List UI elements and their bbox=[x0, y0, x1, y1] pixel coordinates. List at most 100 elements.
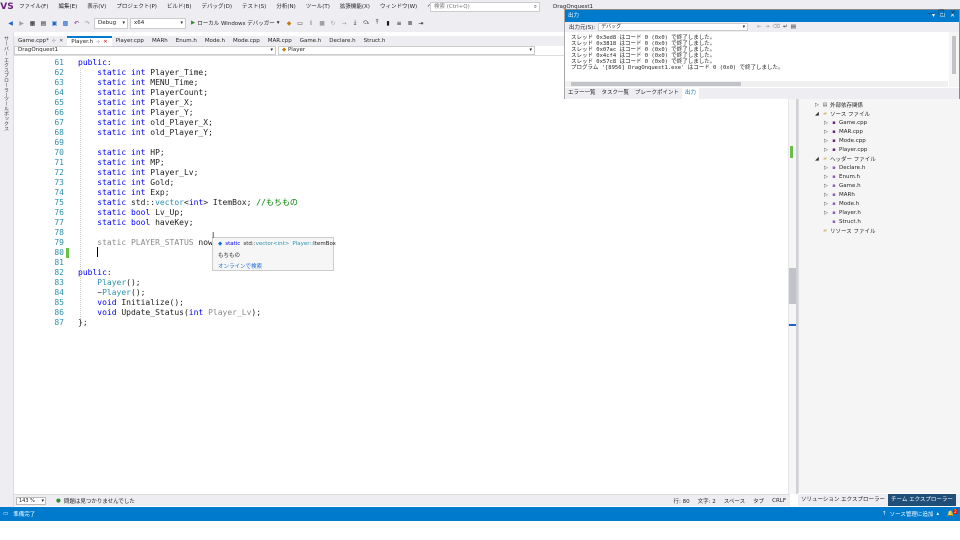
menu-item[interactable]: ビルド(B) bbox=[162, 0, 197, 14]
tree-node[interactable]: ▷ ▪ Game.h bbox=[824, 181, 861, 190]
server-explorer-tab[interactable]: サーバー エクスプローラー bbox=[3, 36, 10, 98]
word-wrap-icon[interactable]: ↵ bbox=[783, 24, 788, 30]
menu-item[interactable]: テスト(S) bbox=[237, 0, 271, 14]
tree-node[interactable]: ▷ ▪ Enum.h bbox=[824, 172, 860, 181]
output-tool-tab[interactable]: ブレークポイント bbox=[632, 88, 682, 99]
search-online-link[interactable]: オンラインで検索 bbox=[218, 262, 328, 270]
document-tab[interactable]: Mode.h bbox=[201, 36, 229, 46]
prev-message-icon[interactable]: ⇤ bbox=[757, 24, 762, 30]
start-debugging-button[interactable]: ▶ ローカル Windows デバッガー ▾ bbox=[188, 19, 283, 27]
step-into-icon[interactable]: ⤓ bbox=[351, 19, 360, 28]
undo-icon[interactable]: ↶ bbox=[72, 19, 81, 28]
code-line[interactable]: void Initialize(); bbox=[78, 298, 184, 308]
menu-item[interactable]: ツール(T) bbox=[301, 0, 335, 14]
code-line[interactable]: static int MP; bbox=[78, 158, 164, 168]
tree-node[interactable]: ◢ ▰ ヘッダー ファイル bbox=[815, 154, 876, 163]
document-tab[interactable]: Player.cpp bbox=[112, 36, 148, 46]
expand-arrow-icon[interactable]: ▷ bbox=[824, 201, 829, 207]
menu-item[interactable]: 拡張機能(X) bbox=[335, 0, 375, 14]
platform-dropdown[interactable]: x64 ▾ bbox=[130, 17, 186, 29]
code-line[interactable]: public: bbox=[78, 58, 112, 68]
code-line[interactable]: static PLAYER_STATUS now_ bbox=[78, 238, 217, 248]
code-line[interactable]: static int Gold; bbox=[78, 178, 174, 188]
code-line[interactable]: public: bbox=[78, 268, 112, 278]
expand-arrow-icon[interactable]: ▷ bbox=[824, 165, 829, 171]
tree-node[interactable]: ▪ Struct.h bbox=[824, 217, 861, 226]
code-line[interactable]: static int Player_Y; bbox=[78, 108, 193, 118]
code-line[interactable]: ~Player(); bbox=[78, 288, 145, 298]
back-icon[interactable]: ◀ bbox=[6, 19, 15, 28]
expand-arrow-icon[interactable]: ◢ bbox=[815, 156, 820, 162]
menu-item[interactable]: 分析(N) bbox=[271, 0, 300, 14]
document-tab[interactable]: MAR.cpp bbox=[264, 36, 296, 46]
tree-node[interactable]: ▷ ▪ MARh bbox=[824, 190, 855, 199]
stop-icon[interactable]: ■ bbox=[318, 19, 327, 28]
expand-arrow-icon[interactable]: ▷ bbox=[824, 192, 829, 198]
comment-out-icon[interactable]: ≡ bbox=[395, 19, 404, 28]
next-message-icon[interactable]: ⇥ bbox=[765, 24, 770, 30]
forward-icon[interactable]: ▶ bbox=[17, 19, 26, 28]
format-icon[interactable]: ⇥ bbox=[417, 19, 426, 28]
expand-arrow-icon[interactable]: ▷ bbox=[824, 129, 829, 135]
menu-item[interactable]: 編集(E) bbox=[53, 0, 82, 14]
code-line[interactable]: static int Player_Time; bbox=[78, 68, 208, 78]
expand-arrow-icon[interactable]: ▷ bbox=[824, 147, 829, 153]
bookmark-icon[interactable]: ▮ bbox=[384, 19, 393, 28]
space-indicator[interactable]: スペース bbox=[724, 497, 745, 505]
pause-icon[interactable]: Ⅱ bbox=[307, 19, 316, 28]
save-all-icon[interactable]: ▩ bbox=[61, 19, 70, 28]
code-line[interactable]: static std::vector<int> ItemBox; //もちもの bbox=[78, 198, 298, 208]
output-source-dropdown[interactable]: デバッグ ▾ bbox=[598, 23, 749, 31]
expand-arrow-icon[interactable]: ▷ bbox=[824, 120, 829, 126]
output-tool-tab[interactable]: エラー一覧 bbox=[565, 88, 599, 99]
document-tab[interactable]: Game.cpp* ⊹ ✕ bbox=[14, 36, 67, 46]
code-line[interactable]: Player(); bbox=[78, 278, 140, 288]
code-line[interactable]: static int Player_Lv; bbox=[78, 168, 198, 178]
tree-node[interactable]: ▷ ▪ Player.cpp bbox=[824, 145, 867, 154]
expand-arrow-icon[interactable]: ▷ bbox=[824, 210, 829, 216]
tree-node[interactable]: ▷ ▤ 外部依存関係 bbox=[815, 100, 863, 109]
tree-node[interactable]: ▷ ▪ Mode.cpp bbox=[824, 136, 866, 145]
code-line[interactable]: static int old_Player_Y; bbox=[78, 128, 213, 138]
pin-icon[interactable]: ⊹ bbox=[52, 36, 56, 46]
document-tab[interactable]: Declare.h bbox=[325, 36, 359, 46]
code-line[interactable]: static int MENU_Time; bbox=[78, 78, 198, 88]
tree-node[interactable]: ▷ ▪ Mode.h bbox=[824, 199, 859, 208]
config-dropdown[interactable]: Debug ▾ bbox=[94, 17, 128, 29]
scrollbar-thumb[interactable] bbox=[571, 82, 741, 86]
tab-indicator[interactable]: タブ bbox=[753, 497, 764, 505]
expand-arrow-icon[interactable]: ▷ bbox=[815, 102, 820, 108]
menu-item[interactable]: デバッグ(D) bbox=[197, 0, 238, 14]
tree-node[interactable]: ▷ ▪ Game.cpp bbox=[824, 118, 867, 127]
code-line[interactable]: }; bbox=[78, 318, 88, 328]
code-line[interactable]: void Update_Status(int Player_Lv); bbox=[78, 308, 261, 318]
solution-panel-tab[interactable]: チーム エクスプローラー bbox=[887, 494, 956, 506]
document-tab[interactable]: Game.h bbox=[296, 36, 326, 46]
add-to-source-control-button[interactable]: ソース管理に追加 bbox=[890, 510, 934, 518]
close-tab-icon[interactable]: ✕ bbox=[59, 36, 63, 46]
output-tool-tab[interactable]: 出力 bbox=[682, 88, 700, 99]
toolbox-tab[interactable]: ツールボックス bbox=[3, 96, 10, 131]
code-line[interactable]: static bool haveKey; bbox=[78, 218, 193, 228]
tree-node[interactable]: ▷ ▪ Declare.h bbox=[824, 163, 865, 172]
expand-arrow-icon[interactable]: ▷ bbox=[824, 138, 829, 144]
menu-item[interactable]: ファイル(F) bbox=[14, 0, 53, 14]
clear-all-icon[interactable]: ⌫ bbox=[772, 24, 780, 30]
restart-icon[interactable]: ↻ bbox=[329, 19, 338, 28]
eol-indicator[interactable]: CRLF bbox=[772, 498, 786, 504]
save-icon[interactable]: ▣ bbox=[50, 19, 59, 28]
document-tab[interactable]: Player.h ⊹ ✕ bbox=[67, 36, 112, 46]
code-line[interactable]: static int PlayerCount; bbox=[78, 88, 208, 98]
expand-arrow-icon[interactable]: ▷ bbox=[824, 183, 829, 189]
scrollbar-thumb[interactable] bbox=[952, 36, 956, 74]
open-in-editor-icon[interactable]: ▤ bbox=[791, 24, 796, 30]
notification-bell-icon[interactable]: 🔔 2 bbox=[947, 509, 958, 517]
output-text[interactable]: スレッド 0x3ed8 はコード 0 (0x0) で終了しました。 スレッド 0x… bbox=[571, 35, 784, 71]
zoom-dropdown[interactable]: 143 % ▾ bbox=[16, 496, 46, 505]
close-tab-icon[interactable]: ✕ bbox=[103, 38, 107, 46]
uncomment-icon[interactable]: ≣ bbox=[406, 19, 415, 28]
expand-arrow-icon[interactable]: ▷ bbox=[824, 174, 829, 180]
scope-dropdown[interactable]: ◆ Player ▾ bbox=[278, 46, 535, 55]
screenshot-icon[interactable]: ▭ bbox=[296, 19, 305, 28]
new-project-icon[interactable]: ▦ bbox=[28, 19, 37, 28]
